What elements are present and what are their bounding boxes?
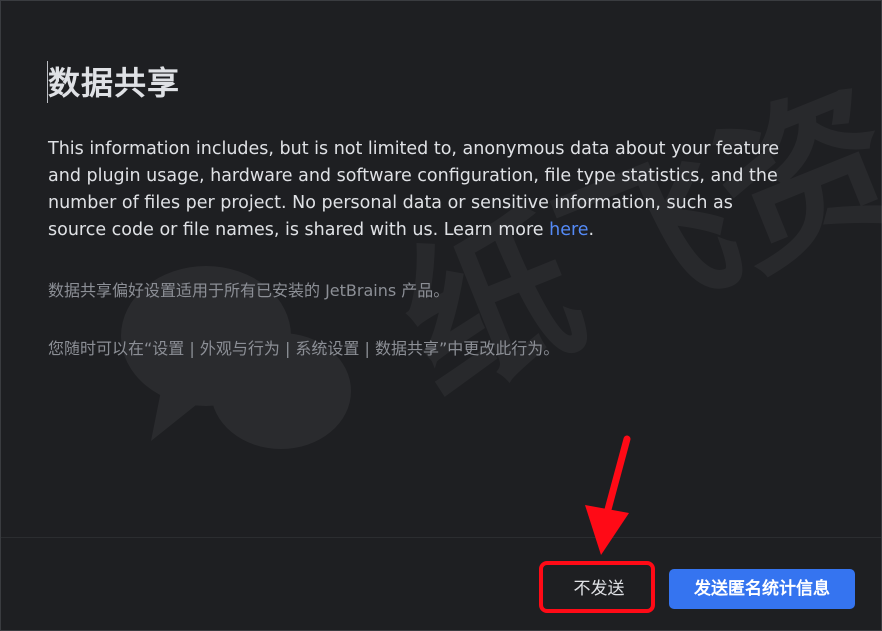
note-settings: 您随时可以在“设置 | 外观与行为 | 系统设置 | 数据共享”中更改此行为。 <box>48 339 560 358</box>
learn-more-link[interactable]: here <box>549 220 588 240</box>
note-products: 数据共享偏好设置适用于所有已安装的 JetBrains 产品。 <box>48 281 450 300</box>
dont-send-button[interactable]: 不发送 <box>546 569 652 609</box>
dialog-description: This information includes, but is not li… <box>48 136 788 244</box>
annotation-arrow-icon <box>585 435 631 555</box>
description-suffix: . <box>588 220 595 240</box>
dialog-title: 数据共享 <box>48 64 181 102</box>
footer-divider <box>1 537 881 538</box>
send-anonymous-stats-button[interactable]: 发送匿名统计信息 <box>669 569 855 609</box>
description-text: This information includes, but is not li… <box>48 139 780 240</box>
data-sharing-dialog: 纸飞资 数据共享 This information includes, but … <box>0 0 882 631</box>
